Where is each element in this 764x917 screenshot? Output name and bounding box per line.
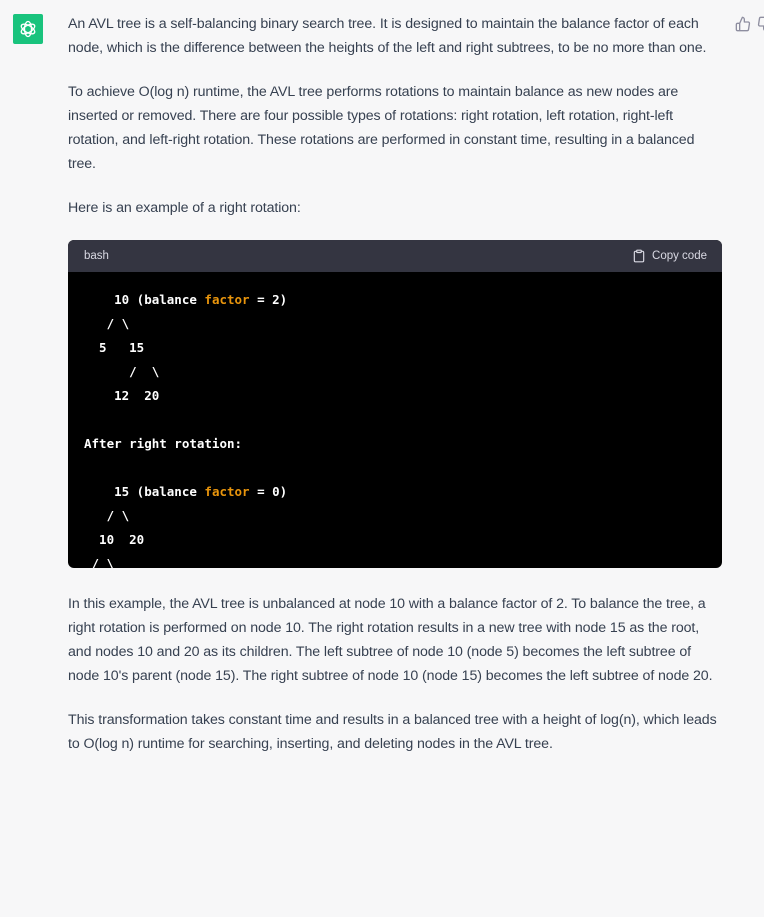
code-line: 10 20 (84, 528, 706, 552)
code-text: 15 (balance (84, 484, 205, 499)
code-text: After right rotation: (84, 436, 243, 451)
code-text: = 0) (249, 484, 288, 499)
code-line: / \ (84, 360, 706, 384)
paragraph: This transformation takes constant time … (68, 712, 717, 752)
code-line: 12 20 (84, 384, 706, 408)
thumbs-up-icon (735, 16, 751, 32)
code-text: 10 (balance (84, 292, 205, 307)
paragraph: Here is an example of a right rotation: (68, 200, 301, 216)
code-text: / \ (84, 508, 130, 523)
code-line: 10 (balance factor = 2) (84, 288, 706, 312)
assistant-message: An AVL tree is a self-balancing binary s… (68, 12, 724, 776)
code-text: / \ (84, 364, 160, 379)
code-text: 5 15 (84, 340, 145, 355)
code-text: / \ (84, 556, 115, 568)
paragraph: To achieve O(log n) runtime, the AVL tre… (68, 84, 695, 172)
paragraph: An AVL tree is a self-balancing binary s… (68, 16, 707, 56)
code-line: After right rotation: (84, 432, 706, 456)
paragraph: In this example, the AVL tree is unbalan… (68, 596, 713, 684)
code-keyword: factor (204, 292, 250, 307)
code-language-label: bash (84, 250, 109, 262)
code-keyword: factor (204, 484, 250, 499)
code-line: 15 (balance factor = 0) (84, 480, 706, 504)
code-text: 10 20 (84, 532, 145, 547)
code-header: bash Copy code (68, 240, 722, 272)
copy-code-label: Copy code (652, 250, 707, 262)
thumbs-up-button[interactable] (735, 16, 751, 32)
thumbs-down-icon (757, 16, 764, 31)
code-line: / \ (84, 504, 706, 528)
code-block: bash Copy code 10 (balance factor = 2) /… (68, 240, 722, 568)
code-content: 10 (balance factor = 2) / \ 5 15 / \ 12 … (68, 272, 722, 568)
code-line: / \ (84, 312, 706, 336)
thumbs-down-button[interactable] (757, 16, 764, 32)
code-text: 12 20 (84, 388, 160, 403)
code-line: / \ (84, 552, 706, 568)
code-text: = 2) (249, 292, 288, 307)
assistant-avatar (13, 14, 43, 44)
openai-logo-icon (20, 20, 36, 38)
code-text: / \ (84, 316, 130, 331)
code-line: 5 15 (84, 336, 706, 360)
copy-code-button[interactable]: Copy code (632, 249, 707, 263)
clipboard-icon (633, 249, 645, 263)
